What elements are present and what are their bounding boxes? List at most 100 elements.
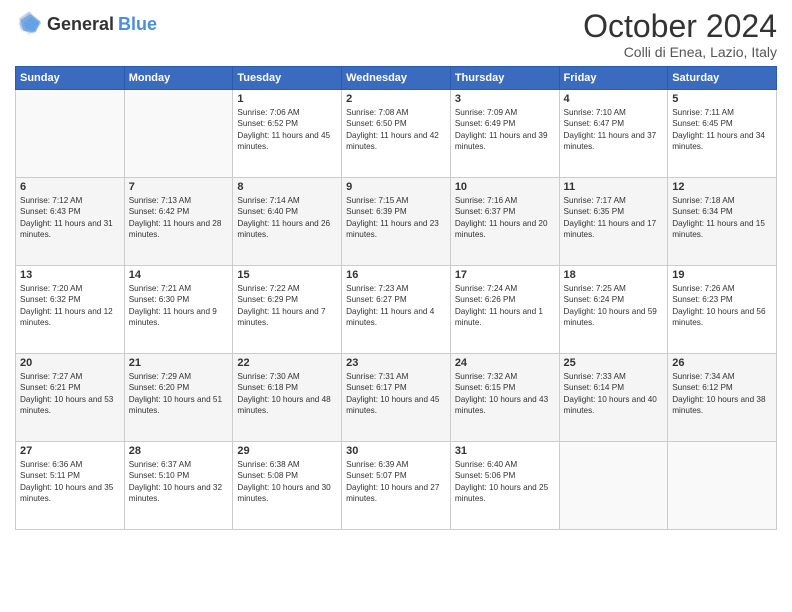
calendar-cell: 11Sunrise: 7:17 AMSunset: 6:35 PMDayligh… <box>559 178 668 266</box>
calendar-cell <box>16 90 125 178</box>
week-row-2: 6Sunrise: 7:12 AMSunset: 6:43 PMDaylight… <box>16 178 777 266</box>
weekday-header-friday: Friday <box>559 67 668 90</box>
day-info: Sunrise: 7:24 AMSunset: 6:26 PMDaylight:… <box>455 283 555 329</box>
calendar-cell: 8 Sunrise: 7:14 AMSunset: 6:40 PMDaylight… <box>233 178 342 266</box>
day-number: 17 <box>455 269 555 281</box>
calendar-cell <box>559 442 668 530</box>
day-number: 13 <box>20 269 120 281</box>
logo-icon <box>15 10 43 38</box>
calendar-cell: 18 Sunrise: 7:25 AMSunset: 6:24 PMDayligh… <box>559 266 668 354</box>
day-info: Sunrise: 7:31 AMSunset: 6:17 PMDaylight:… <box>346 371 446 417</box>
calendar-cell: 4 Sunrise: 7:10 AMSunset: 6:47 PMDaylight… <box>559 90 668 178</box>
weekday-header-monday: Monday <box>124 67 233 90</box>
week-row-1: 1 Sunrise: 7:06 AMSunset: 6:52 PMDaylight… <box>16 90 777 178</box>
weekday-header-wednesday: Wednesday <box>342 67 451 90</box>
calendar-cell: 20 Sunrise: 7:27 AMSunset: 6:21 PMDayligh… <box>16 354 125 442</box>
day-number: 26 <box>672 357 772 369</box>
day-number: 3 <box>455 93 555 105</box>
weekday-row: SundayMondayTuesdayWednesdayThursdayFrid… <box>16 67 777 90</box>
day-info: Sunrise: 7:06 AMSunset: 6:52 PMDaylight:… <box>237 107 337 153</box>
calendar-cell: 9 Sunrise: 7:15 AMSunset: 6:39 PMDaylight… <box>342 178 451 266</box>
calendar-cell: 17 Sunrise: 7:24 AMSunset: 6:26 PMDayligh… <box>450 266 559 354</box>
day-number: 5 <box>672 93 772 105</box>
day-info: Sunrise: 6:40 AMSunset: 5:06 PMDaylight:… <box>455 459 555 505</box>
day-info: Sunrise: 7:13 AMSunset: 6:42 PMDaylight:… <box>129 195 229 241</box>
calendar-cell: 22 Sunrise: 7:30 AMSunset: 6:18 PMDayligh… <box>233 354 342 442</box>
day-number: 2 <box>346 93 446 105</box>
day-info: Sunrise: 7:10 AMSunset: 6:47 PMDaylight:… <box>564 107 664 153</box>
day-info: Sunrise: 7:30 AMSunset: 6:18 PMDaylight:… <box>237 371 337 417</box>
day-number: 30 <box>346 445 446 457</box>
day-number: 16 <box>346 269 446 281</box>
day-number: 4 <box>564 93 664 105</box>
logo-blue: Blue <box>118 14 157 35</box>
calendar-cell: 19Sunrise: 7:26 AMSunset: 6:23 PMDayligh… <box>668 266 777 354</box>
day-number: 14 <box>129 269 229 281</box>
weekday-header-saturday: Saturday <box>668 67 777 90</box>
day-info: Sunrise: 7:23 AMSunset: 6:27 PMDaylight:… <box>346 283 446 329</box>
day-info: Sunrise: 7:14 AMSunset: 6:40 PMDaylight:… <box>237 195 337 241</box>
calendar-cell: 6Sunrise: 7:12 AMSunset: 6:43 PMDaylight… <box>16 178 125 266</box>
calendar-cell: 2 Sunrise: 7:08 AMSunset: 6:50 PMDaylight… <box>342 90 451 178</box>
day-number: 21 <box>129 357 229 369</box>
logo: GeneralBlue <box>15 10 157 38</box>
week-row-4: 20 Sunrise: 7:27 AMSunset: 6:21 PMDayligh… <box>16 354 777 442</box>
day-info: Sunrise: 7:09 AMSunset: 6:49 PMDaylight:… <box>455 107 555 153</box>
location-title: Colli di Enea, Lazio, Italy <box>583 44 777 60</box>
calendar-cell: 31 Sunrise: 6:40 AMSunset: 5:06 PMDayligh… <box>450 442 559 530</box>
calendar-cell: 12 Sunrise: 7:18 AMSunset: 6:34 PMDayligh… <box>668 178 777 266</box>
day-info: Sunrise: 7:16 AMSunset: 6:37 PMDaylight:… <box>455 195 555 241</box>
calendar-cell: 24Sunrise: 7:32 AMSunset: 6:15 PMDayligh… <box>450 354 559 442</box>
month-title: October 2024 <box>583 10 777 42</box>
calendar-cell: 27Sunrise: 6:36 AMSunset: 5:11 PMDayligh… <box>16 442 125 530</box>
weekday-header-sunday: Sunday <box>16 67 125 90</box>
day-number: 12 <box>672 181 772 193</box>
day-info: Sunrise: 7:15 AMSunset: 6:39 PMDaylight:… <box>346 195 446 241</box>
day-number: 11 <box>564 181 664 193</box>
day-info: Sunrise: 7:12 AMSunset: 6:43 PMDaylight:… <box>20 195 120 241</box>
calendar-cell: 1 Sunrise: 7:06 AMSunset: 6:52 PMDaylight… <box>233 90 342 178</box>
calendar-cell: 5Sunrise: 7:11 AMSunset: 6:45 PMDaylight… <box>668 90 777 178</box>
day-number: 29 <box>237 445 337 457</box>
day-number: 10 <box>455 181 555 193</box>
calendar-cell: 14Sunrise: 7:21 AMSunset: 6:30 PMDayligh… <box>124 266 233 354</box>
day-info: Sunrise: 6:36 AMSunset: 5:11 PMDaylight:… <box>20 459 120 505</box>
day-number: 20 <box>20 357 120 369</box>
calendar-cell: 30Sunrise: 6:39 AMSunset: 5:07 PMDayligh… <box>342 442 451 530</box>
day-info: Sunrise: 7:22 AMSunset: 6:29 PMDaylight:… <box>237 283 337 329</box>
title-block: October 2024 Colli di Enea, Lazio, Italy <box>583 10 777 60</box>
day-number: 25 <box>564 357 664 369</box>
calendar-cell: 7 Sunrise: 7:13 AMSunset: 6:42 PMDaylight… <box>124 178 233 266</box>
day-info: Sunrise: 7:34 AMSunset: 6:12 PMDaylight:… <box>672 371 772 417</box>
day-number: 19 <box>672 269 772 281</box>
calendar-cell <box>668 442 777 530</box>
day-number: 18 <box>564 269 664 281</box>
calendar-cell: 21Sunrise: 7:29 AMSunset: 6:20 PMDayligh… <box>124 354 233 442</box>
calendar-cell: 3 Sunrise: 7:09 AMSunset: 6:49 PMDaylight… <box>450 90 559 178</box>
calendar-cell: 16 Sunrise: 7:23 AMSunset: 6:27 PMDayligh… <box>342 266 451 354</box>
day-number: 23 <box>346 357 446 369</box>
day-info: Sunrise: 7:08 AMSunset: 6:50 PMDaylight:… <box>346 107 446 153</box>
day-number: 24 <box>455 357 555 369</box>
day-number: 9 <box>346 181 446 193</box>
calendar-body: 1 Sunrise: 7:06 AMSunset: 6:52 PMDaylight… <box>16 90 777 530</box>
day-number: 28 <box>129 445 229 457</box>
day-number: 31 <box>455 445 555 457</box>
day-number: 8 <box>237 181 337 193</box>
day-info: Sunrise: 7:18 AMSunset: 6:34 PMDaylight:… <box>672 195 772 241</box>
calendar-cell <box>124 90 233 178</box>
calendar-cell: 29 Sunrise: 6:38 AMSunset: 5:08 PMDayligh… <box>233 442 342 530</box>
calendar-cell: 25 Sunrise: 7:33 AMSunset: 6:14 PMDayligh… <box>559 354 668 442</box>
day-number: 22 <box>237 357 337 369</box>
day-info: Sunrise: 7:27 AMSunset: 6:21 PMDaylight:… <box>20 371 120 417</box>
logo-general: General <box>47 14 114 35</box>
day-info: Sunrise: 6:38 AMSunset: 5:08 PMDaylight:… <box>237 459 337 505</box>
day-number: 1 <box>237 93 337 105</box>
week-row-5: 27Sunrise: 6:36 AMSunset: 5:11 PMDayligh… <box>16 442 777 530</box>
day-number: 7 <box>129 181 229 193</box>
week-row-3: 13Sunrise: 7:20 AMSunset: 6:32 PMDayligh… <box>16 266 777 354</box>
day-info: Sunrise: 7:25 AMSunset: 6:24 PMDaylight:… <box>564 283 664 329</box>
calendar-cell: 26 Sunrise: 7:34 AMSunset: 6:12 PMDayligh… <box>668 354 777 442</box>
weekday-header-thursday: Thursday <box>450 67 559 90</box>
day-info: Sunrise: 7:33 AMSunset: 6:14 PMDaylight:… <box>564 371 664 417</box>
